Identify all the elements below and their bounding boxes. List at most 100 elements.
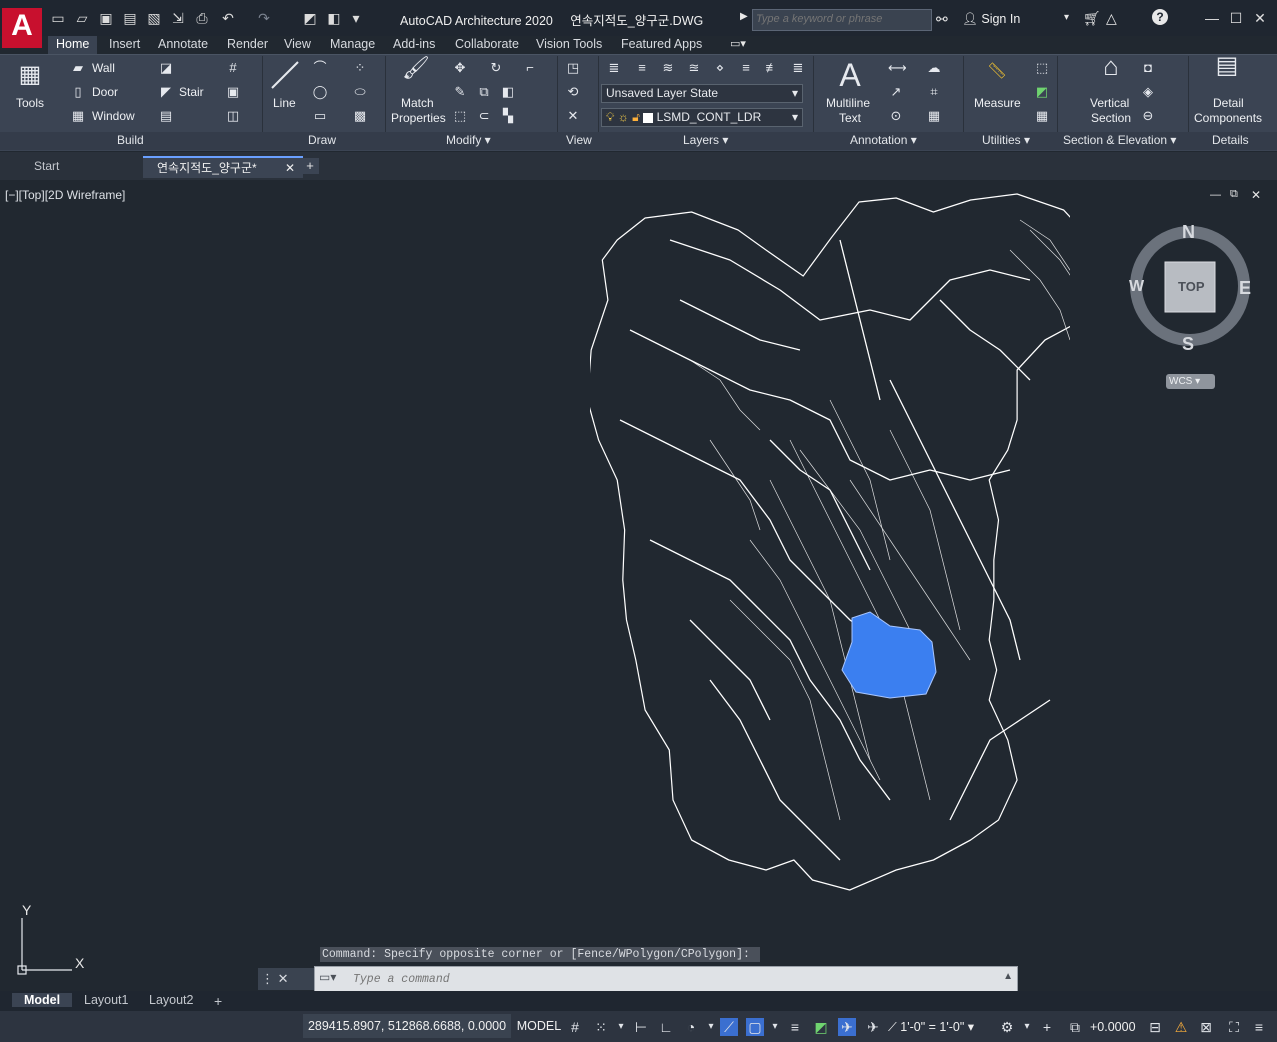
array-icon[interactable]: ▚ <box>500 108 516 124</box>
viewcube-north[interactable]: N <box>1182 222 1195 243</box>
workspace-switching-icon[interactable]: ⚙︎ <box>998 1018 1016 1036</box>
search-input[interactable] <box>753 10 929 28</box>
maximize-icon[interactable]: ☐ <box>1228 10 1244 26</box>
callout-icon[interactable]: ⊖ <box>1140 108 1156 124</box>
view-orbit-icon[interactable]: ⟲ <box>565 84 581 100</box>
vertical-section-label-2[interactable]: Section <box>1091 111 1131 125</box>
fullscreen-icon[interactable]: ⛶ <box>1225 1018 1243 1036</box>
command-history-toggle-icon[interactable]: ▲ <box>1003 971 1013 982</box>
tools-button[interactable]: Tools <box>16 96 44 110</box>
elevation-value[interactable]: +0.0000 <box>1090 1018 1136 1036</box>
layout-tab-layout1[interactable]: Layout1 <box>84 993 128 1007</box>
a360-icon[interactable]: △ <box>1106 10 1117 27</box>
viewcube-top-face[interactable]: TOP <box>1178 279 1205 294</box>
layer-freeze-icon[interactable]: ≊ <box>686 60 702 76</box>
sign-in-button[interactable]: 👤︎ Sign In <box>962 12 1020 27</box>
elevation-icon[interactable]: ◘ <box>1140 60 1156 76</box>
select-similar-icon[interactable]: ◩ <box>1034 84 1050 100</box>
parcel-map-drawing[interactable] <box>590 180 1070 900</box>
layout-tab-layout2[interactable]: Layout2 <box>149 993 193 1007</box>
osnap-dropdown-icon[interactable]: ▾ <box>766 1018 784 1036</box>
table-icon[interactable]: ▦ <box>926 108 942 124</box>
layer-match-icon[interactable]: ≡ <box>634 60 650 76</box>
workspace-dropdown-icon[interactable]: ▾ <box>1018 1018 1036 1036</box>
snap-dropdown-icon[interactable]: ▾ <box>612 1018 630 1036</box>
annotation-scale-dropdown[interactable]: ⟋ 1'-0" = 1'-0" ▾ <box>888 1018 988 1036</box>
clean-screen-icon[interactable]: ⊠ <box>1197 1018 1215 1036</box>
stretch-icon[interactable]: ⬚ <box>452 108 468 124</box>
grid-icon[interactable]: # <box>225 60 241 76</box>
tab-annotate[interactable]: Annotate <box>158 36 208 54</box>
help-icon[interactable]: ? <box>1152 9 1168 25</box>
add-layout-icon[interactable]: + <box>214 993 222 1009</box>
line-button[interactable]: Line <box>273 96 296 110</box>
section-line-icon[interactable]: ◈ <box>1140 84 1156 100</box>
plot-icon[interactable]: ⎙ <box>194 10 210 26</box>
object-snap-tracking-icon[interactable]: ▢ <box>746 1018 764 1036</box>
layer-properties-icon[interactable]: ≣ <box>606 60 622 76</box>
customize-qat-icon[interactable]: ▾ <box>348 10 364 26</box>
annotation-visibility-icon[interactable]: ✈︎ <box>838 1018 856 1036</box>
point-icon[interactable]: ⁘ <box>352 60 368 76</box>
circle-icon[interactable]: ◯ <box>312 84 328 100</box>
customization-menu-icon[interactable]: ≡ <box>1250 1018 1268 1036</box>
column-icon[interactable]: ▣ <box>225 84 241 100</box>
undo-icon[interactable]: ↶ <box>220 10 236 26</box>
view-extents-icon[interactable]: ✕ <box>565 108 581 124</box>
share-icon[interactable]: ◩ <box>302 10 318 26</box>
command-line[interactable]: ▭▾ ▲ <box>314 966 1018 992</box>
leader-icon[interactable]: ↗ <box>888 84 904 100</box>
panel-modify-title[interactable]: Modify ▾ <box>446 133 491 147</box>
save-icon[interactable]: ▣ <box>98 10 114 26</box>
wcs-dropdown[interactable]: WCS ▾ <box>1166 374 1215 389</box>
close-command-line-icon[interactable]: ✕ <box>278 971 289 986</box>
calculator-icon[interactable]: ▦ <box>1034 108 1050 124</box>
slab-icon[interactable]: ◫ <box>225 108 241 124</box>
match-properties-label-1[interactable]: Match <box>401 96 434 110</box>
mirror-icon[interactable]: ◧ <box>500 84 516 100</box>
keynote-icon[interactable]: ⌗ <box>926 84 942 100</box>
measure-button[interactable]: Measure <box>974 96 1021 110</box>
stair-button[interactable]: Stair <box>179 85 204 99</box>
roof-icon[interactable]: ◪ <box>158 60 174 76</box>
new-tab-icon[interactable]: + <box>301 158 319 174</box>
viewport-controls[interactable]: [−][Top][2D Wireframe] <box>5 188 125 202</box>
panel-utilities-title[interactable]: Utilities ▾ <box>982 133 1030 147</box>
tab-collaborate[interactable]: Collaborate <box>455 36 519 54</box>
autodesk-app-store-icon[interactable]: 🛒︎ <box>1083 10 1101 27</box>
polar-tracking-icon[interactable]: ◔ <box>682 1018 700 1036</box>
file-tab-start[interactable]: Start <box>20 156 144 176</box>
ortho-mode-icon[interactable]: ∟ <box>657 1018 675 1036</box>
window-button[interactable]: Window <box>92 109 135 123</box>
panel-draw-title[interactable]: Draw <box>308 133 336 147</box>
wall-button[interactable]: Wall <box>92 61 115 75</box>
tab-vision-tools[interactable]: Vision Tools <box>536 36 602 54</box>
panel-view-title[interactable]: View <box>566 133 592 147</box>
panel-annotation-title[interactable]: Annotation ▾ <box>850 133 917 147</box>
multiline-text-label-2[interactable]: Text <box>839 111 861 125</box>
ribbon-minimize-icon[interactable]: ▭▾ <box>730 37 746 50</box>
tab-insert[interactable]: Insert <box>109 36 140 54</box>
erase-icon[interactable]: ✎ <box>452 84 468 100</box>
command-prompt-icon[interactable]: ▭▾ <box>319 970 336 984</box>
vertical-section-label-1[interactable]: Vertical <box>1090 96 1129 110</box>
tab-home[interactable]: Home <box>48 36 98 54</box>
curtain-wall-icon[interactable]: ▤ <box>158 108 174 124</box>
hatch-icon[interactable]: ▩ <box>352 108 368 124</box>
viewport-close-icon[interactable]: ✕ <box>1251 188 1261 202</box>
panel-details-title[interactable]: Details <box>1212 133 1249 147</box>
viewcube-east[interactable]: E <box>1239 278 1251 299</box>
layer-merge-icon[interactable]: ≣ <box>790 60 806 76</box>
tab-add-ins[interactable]: Add-ins <box>393 36 435 54</box>
elevation-icon-status[interactable]: ⧉ <box>1066 1018 1084 1036</box>
tab-view[interactable]: View <box>284 36 311 54</box>
binoculars-icon[interactable]: ⚯ <box>936 11 948 28</box>
tools-icon[interactable]: ▦ <box>17 60 43 90</box>
tab-manage[interactable]: Manage <box>330 36 375 54</box>
polyline-icon[interactable]: ⌒ <box>312 60 328 76</box>
command-input[interactable] <box>351 970 995 988</box>
close-tab-icon[interactable]: ✕ <box>285 158 295 178</box>
new-file-icon[interactable]: ▭ <box>50 10 66 26</box>
detail-components-label-1[interactable]: Detail <box>1213 96 1244 110</box>
annotation-monitor-icon[interactable]: + <box>1038 1018 1056 1036</box>
